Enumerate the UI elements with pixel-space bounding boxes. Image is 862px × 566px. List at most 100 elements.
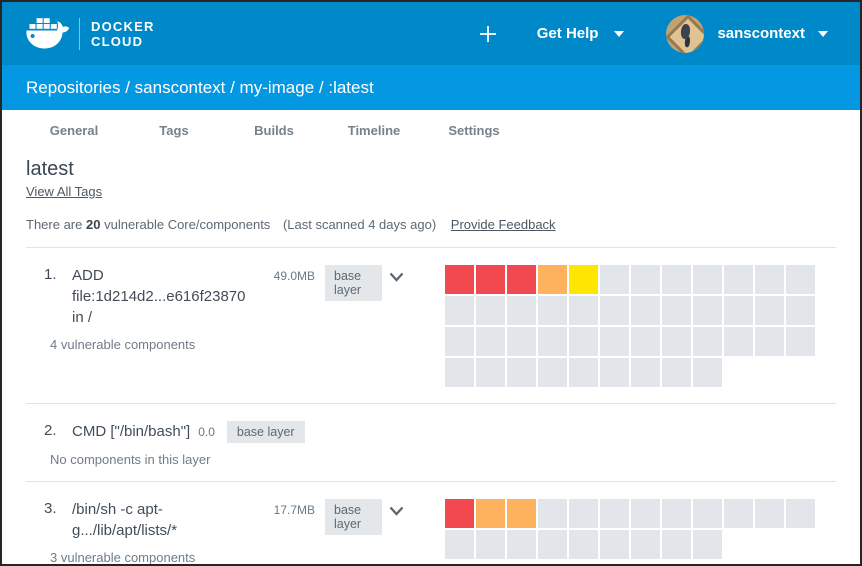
plus-icon [479, 25, 497, 43]
vulnerability-cell-gray [724, 296, 753, 325]
tab-tags[interactable]: Tags [124, 123, 224, 138]
vulnerability-cell-gray [507, 358, 536, 387]
docker-cloud-logo[interactable]: DOCKER CLOUD [24, 14, 155, 54]
base-layer-badge: base layer [325, 265, 382, 301]
layer-number: 1. [44, 265, 72, 283]
tab-timeline[interactable]: Timeline [324, 123, 424, 138]
vulnerability-cell-yellow [569, 265, 598, 294]
get-help-menu[interactable]: Get Help [537, 25, 625, 42]
vulnerability-cell-gray [724, 499, 753, 528]
layer-size: 0.0 [198, 421, 215, 439]
layer-head: 2.CMD ["/bin/bash"] 0.0 base layer [44, 421, 404, 443]
topbar-actions: Get Help sanscontext [479, 15, 828, 53]
base-layer-badge: base layer [227, 421, 305, 443]
vulnerability-cell-gray [445, 296, 474, 325]
vulnerability-cell-gray [569, 327, 598, 356]
base-layer-badge: base layer [325, 499, 382, 535]
vulnerability-cell-orange [476, 499, 505, 528]
layer-info: 2.CMD ["/bin/bash"] 0.0 base layer No compo… [44, 421, 404, 467]
vulnerability-cell-gray [631, 499, 660, 528]
vulnerability-cell-gray [662, 499, 691, 528]
layer-row: 3./bin/sh -c apt-g.../lib/apt/lists/*17.… [26, 482, 836, 566]
vulnerability-grid-row [445, 296, 817, 325]
last-scanned-text: (Last scanned 4 days ago) [283, 217, 436, 232]
vulnerability-cell-red [476, 265, 505, 294]
chevron-down-icon[interactable] [818, 31, 828, 37]
docker-cloud-window: DOCKER CLOUD Get Help sanscontext Reposi… [0, 0, 862, 566]
provide-feedback-link[interactable]: Provide Feedback [451, 217, 556, 232]
tab-settings[interactable]: Settings [424, 123, 524, 138]
vulnerability-cell-gray [662, 327, 691, 356]
layer-head: 3./bin/sh -c apt-g.../lib/apt/lists/*17.… [44, 499, 404, 541]
expand-layer-chevron-down-icon[interactable] [389, 265, 404, 287]
vulnerability-cell-gray [445, 530, 474, 559]
tab-builds[interactable]: Builds [224, 123, 324, 138]
layer-components-note: 4 vulnerable components [50, 337, 404, 352]
vulnerability-cell-gray [693, 296, 722, 325]
vulnerability-cell-gray [755, 327, 784, 356]
vulnerability-summary: There are 20 vulnerable Core/components … [26, 217, 836, 248]
view-all-tags-link[interactable]: View All Tags [26, 184, 102, 199]
expand-layer-chevron-down-icon[interactable] [389, 499, 404, 521]
vulnerability-cell-gray [786, 265, 815, 294]
vulnerability-cell-gray [569, 499, 598, 528]
vulnerability-cell-gray [476, 296, 505, 325]
vulnerability-cell-gray [600, 296, 629, 325]
layer-row: 1.ADDfile:1d214d2...e616f23870in /49.0MB… [26, 248, 836, 404]
layer-command-line: ADD [72, 265, 272, 286]
vulnerability-cell-gray [755, 265, 784, 294]
vulnerability-cell-gray [600, 499, 629, 528]
vulnerability-cell-gray [693, 499, 722, 528]
vulnerability-cell-red [445, 265, 474, 294]
layer-list: 1.ADDfile:1d214d2...e616f23870in /49.0MB… [26, 248, 836, 566]
vulnerability-cell-gray [476, 358, 505, 387]
brand-divider [79, 18, 80, 50]
vulnerability-cell-red [445, 499, 474, 528]
vulnerability-cell-gray [786, 296, 815, 325]
layer-components-note: No components in this layer [50, 452, 404, 467]
vulnerability-cell-gray [600, 358, 629, 387]
vulnerability-cell-gray [724, 265, 753, 294]
chevron-down-icon [614, 31, 624, 37]
docker-whale-icon [24, 14, 70, 54]
tag-title: latest [26, 158, 836, 181]
vulnerability-cell-gray [724, 327, 753, 356]
layer-info: 3./bin/sh -c apt-g.../lib/apt/lists/*17.… [44, 499, 404, 565]
vulnerability-cell-gray [693, 358, 722, 387]
vulnerability-grid-row [445, 530, 817, 559]
vulnerability-cell-gray [569, 296, 598, 325]
vulnerability-cell-gray [631, 358, 660, 387]
tab-general[interactable]: General [24, 123, 124, 138]
user-avatar[interactable] [666, 15, 704, 53]
layer-command-line: CMD ["/bin/bash"] [72, 421, 190, 442]
vulnerability-cell-gray [538, 358, 567, 387]
vulnerability-cell-orange [538, 265, 567, 294]
vulnerability-cell-gray [786, 327, 815, 356]
vulnerability-cell-gray [538, 499, 567, 528]
layer-number: 2. [44, 421, 72, 439]
layer-command: /bin/sh -c apt-g.../lib/apt/lists/* [72, 499, 272, 541]
vulnerability-grid [445, 499, 817, 561]
layer-command: CMD ["/bin/bash"] [72, 421, 190, 442]
vulnerability-cell-gray [662, 358, 691, 387]
layer-row: 2.CMD ["/bin/bash"] 0.0 base layer No compo… [26, 404, 836, 482]
breadcrumb[interactable]: Repositories / sanscontext / my-image / … [26, 78, 374, 98]
vulnerability-grid-row [445, 327, 817, 356]
layer-head: 1.ADDfile:1d214d2...e616f23870in /49.0MB… [44, 265, 404, 328]
layer-size: 49.0MB [274, 265, 315, 283]
username-menu[interactable]: sanscontext [717, 25, 805, 42]
vulnerability-cell-gray [476, 530, 505, 559]
vulnerability-cell-gray [600, 530, 629, 559]
top-navigation-bar: DOCKER CLOUD Get Help sanscontext [2, 2, 860, 65]
vulnerability-cell-gray [538, 530, 567, 559]
vulnerability-cell-gray [600, 327, 629, 356]
vulnerability-cell-gray [507, 530, 536, 559]
vulnerable-count: 20 [86, 217, 100, 232]
vulnerability-cell-gray [693, 265, 722, 294]
vulnerability-grid [445, 265, 817, 389]
vulnerability-cell-gray [569, 530, 598, 559]
vulnerability-cell-gray [600, 265, 629, 294]
vulnerability-cell-gray [445, 358, 474, 387]
vulnerability-cell-gray [693, 327, 722, 356]
create-plus-button[interactable] [479, 25, 497, 43]
